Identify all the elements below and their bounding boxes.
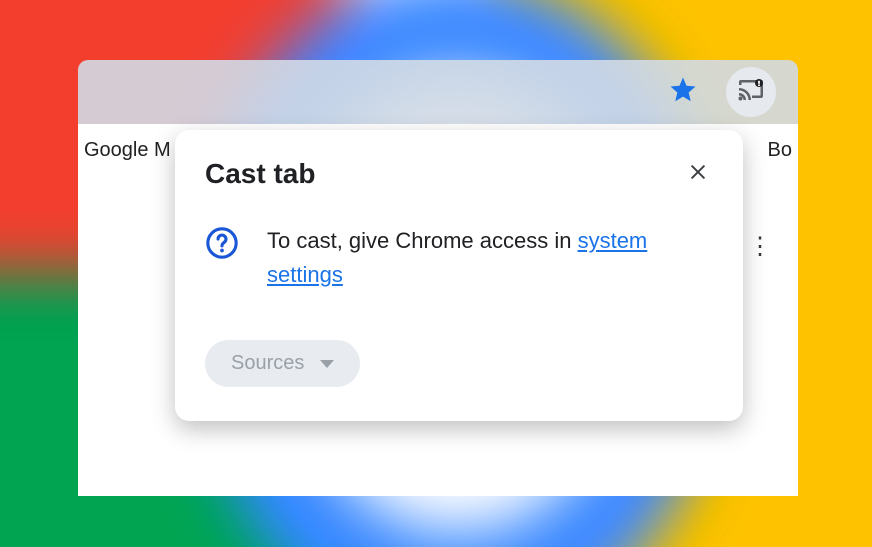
help-icon [205, 226, 239, 260]
bookmark-star-button[interactable] [660, 69, 706, 115]
chevron-down-icon [320, 360, 334, 368]
cast-icon [738, 79, 764, 106]
close-button[interactable] [683, 159, 713, 189]
vertical-menu-icon[interactable]: ⋮ [748, 232, 772, 261]
cast-toolbar-button[interactable] [726, 67, 776, 117]
scene: Google M Bo ⋮ Cast tab [0, 0, 872, 547]
popup-title: Cast tab [205, 158, 315, 190]
popup-header: Cast tab [205, 158, 713, 190]
popup-body: To cast, give Chrome access in system se… [205, 224, 713, 292]
sources-dropdown-button[interactable]: Sources [205, 340, 360, 387]
star-icon [668, 75, 698, 110]
bookmark-item[interactable]: Bo [768, 139, 798, 162]
browser-toolbar [78, 60, 798, 124]
cast-permission-message: To cast, give Chrome access in system se… [267, 224, 713, 292]
close-icon [688, 162, 708, 187]
cast-popup: Cast tab To cast, give Chrome [175, 130, 743, 421]
bookmark-item[interactable]: Google M [78, 139, 171, 162]
message-text: To cast, give Chrome access in [267, 228, 578, 253]
sources-label: Sources [231, 352, 304, 375]
